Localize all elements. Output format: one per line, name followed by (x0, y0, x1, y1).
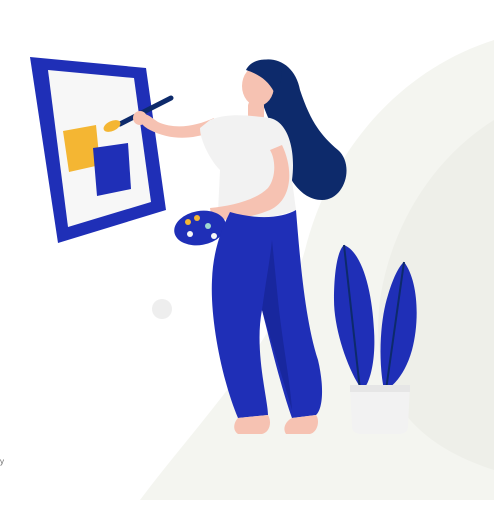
painting-hand (133, 111, 147, 125)
blue-square (93, 143, 131, 196)
illustration-stage: y (0, 0, 494, 506)
canvas-frame (30, 57, 166, 243)
edge-text: y (0, 457, 4, 466)
plant-pot (350, 385, 410, 434)
painter-illustration (30, 40, 494, 500)
decorative-dot (152, 299, 172, 319)
left-foot (234, 415, 270, 434)
